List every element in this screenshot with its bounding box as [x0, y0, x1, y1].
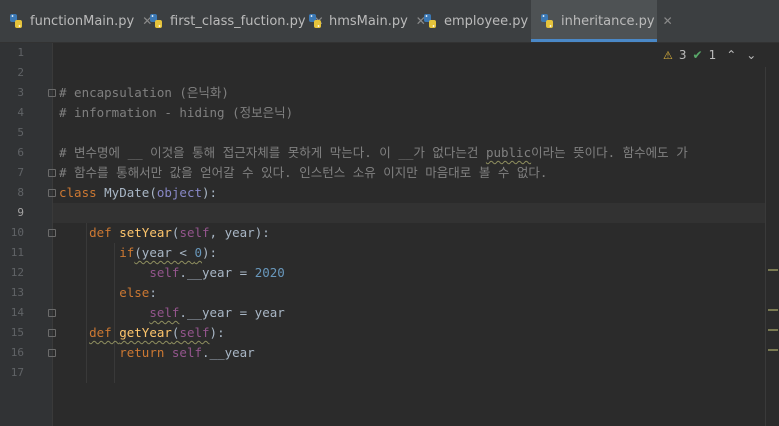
error-stripe[interactable] — [765, 43, 779, 426]
ok-count: 1 — [708, 48, 717, 62]
line-number: 6 — [17, 146, 24, 159]
line-number: 17 — [10, 366, 24, 379]
python-file-icon — [150, 14, 162, 28]
expression: .__year = — [179, 265, 255, 280]
warning-count: 3 — [678, 48, 687, 62]
line-number: 3 — [17, 86, 24, 99]
line-number: 14 — [10, 306, 24, 319]
tab-label: hmsMain.py — [329, 13, 408, 29]
self-keyword: self — [179, 325, 210, 340]
code-line-4: # information - hiding (정보은닉) — [53, 103, 765, 123]
check-icon: ✔ — [692, 48, 703, 62]
line-number: 5 — [17, 126, 24, 139]
self-keyword: self — [171, 345, 203, 360]
inspection-widget[interactable]: ⚠ 3 ✔ 1 ⌃ ⌄ — [657, 43, 766, 67]
class-name: MyDate — [104, 185, 150, 200]
keyword: class — [59, 185, 105, 200]
function-name: getYear — [119, 325, 172, 340]
line-number: 10 — [10, 226, 24, 239]
number: 0 — [194, 245, 203, 260]
code-line-10: def setYear(self, year): — [53, 223, 765, 243]
keyword: def — [89, 225, 120, 240]
line-number: 13 — [10, 286, 24, 299]
code-line-15: def getYear(self): — [53, 323, 765, 343]
punctuation: ): — [202, 185, 218, 200]
warning-marker[interactable] — [768, 349, 778, 351]
expression: .__year — [202, 345, 255, 360]
tab-label: first_class_fuction.py — [170, 13, 306, 29]
keyword: def — [89, 325, 120, 340]
code-line-13: else: — [53, 283, 765, 303]
warning-marker[interactable] — [768, 269, 778, 271]
python-file-icon — [424, 14, 436, 28]
comment-text: # information - hiding (정보은닉) — [59, 105, 294, 120]
code-line-11: if(year < 0): — [53, 243, 765, 263]
chevron-down-icon[interactable]: ⌄ — [746, 48, 756, 62]
tab-employee[interactable]: employee.py ✕ — [414, 0, 546, 42]
line-number: 12 — [10, 266, 24, 279]
line-number: 16 — [10, 346, 24, 359]
line-number: 8 — [17, 186, 24, 199]
code-line-8: class MyDate(object): — [53, 183, 765, 203]
tab-first-class-fuction[interactable]: first_class_fuction.py ✕ — [140, 0, 324, 42]
line-number: 9 — [17, 206, 24, 219]
self-keyword: self — [149, 265, 180, 280]
code-line-9-current — [53, 203, 765, 223]
function-name: setYear — [119, 225, 172, 240]
parameters: , year): — [209, 225, 270, 240]
punctuation: ): — [202, 245, 218, 260]
warning-marker[interactable] — [768, 329, 778, 331]
comment-text: # 변수명에 __ 이것을 통해 접근자체를 못하게 막는다. 이 __가 없다… — [59, 145, 486, 160]
python-file-icon — [10, 14, 22, 28]
comment-text: # encapsulation (은닉화) — [59, 85, 229, 100]
tab-label: employee.py — [444, 13, 529, 29]
number: 2020 — [254, 265, 285, 280]
line-number: 2 — [17, 66, 24, 79]
self-keyword: self — [179, 225, 210, 240]
punctuation: ( — [149, 185, 157, 200]
warning-icon: ⚠ — [663, 48, 673, 62]
self-keyword: self — [149, 305, 180, 320]
code-line-6: # 변수명에 __ 이것을 통해 접근자체를 못하게 막는다. 이 __가 없다… — [53, 143, 765, 163]
python-file-icon — [541, 14, 553, 28]
code-line-14: self.__year = year — [53, 303, 765, 323]
python-file-icon — [309, 14, 321, 28]
builtin-name: object — [156, 185, 202, 200]
keyword: return — [119, 345, 172, 360]
keyword: if — [119, 245, 135, 260]
warning-marker[interactable] — [768, 309, 778, 311]
close-icon[interactable]: ✕ — [663, 14, 673, 28]
line-number: 15 — [10, 326, 24, 339]
editor-tab-bar: functionMain.py ✕ first_class_fuction.py… — [0, 0, 779, 43]
comment-text: # 함수를 통해서만 값을 얻어갈 수 있다. 인스턴스 소유 이지만 마음대로… — [59, 165, 548, 180]
line-number: 4 — [17, 106, 24, 119]
tab-label: inheritance.py — [561, 13, 655, 29]
tab-hmsmain[interactable]: hmsMain.py ✕ — [299, 0, 426, 42]
code-editor[interactable]: 1 2 3 4 5 6 7 8 9 10 11 12 13 14 15 16 1… — [0, 43, 779, 426]
chevron-up-icon[interactable]: ⌃ — [726, 48, 736, 62]
code-line-3: # encapsulation (은닉화) — [53, 83, 765, 103]
expression: (year < — [134, 245, 195, 260]
code-line-12: self.__year = 2020 — [53, 263, 765, 283]
code-line-7: # 함수를 통해서만 값을 얻어갈 수 있다. 인스턴스 소유 이지만 마음대로… — [53, 163, 765, 183]
tab-label: functionMain.py — [30, 13, 135, 29]
line-number: 11 — [10, 246, 24, 259]
tab-inheritance[interactable]: inheritance.py ✕ — [531, 0, 673, 42]
tab-functionmain[interactable]: functionMain.py ✕ — [0, 0, 152, 42]
punctuation: : — [149, 285, 157, 300]
expression: .__year = year — [179, 305, 285, 320]
comment-text: public — [485, 145, 532, 160]
punctuation: ): — [209, 325, 225, 340]
comment-text: 이라는 뜻이다. 함수에도 가 — [531, 145, 688, 160]
code-text-area[interactable]: # encapsulation (은닉화) # information - hi… — [53, 43, 765, 426]
line-number: 1 — [17, 46, 24, 59]
keyword: else — [119, 285, 150, 300]
line-number: 7 — [17, 166, 24, 179]
code-line-16: return self.__year — [53, 343, 765, 363]
